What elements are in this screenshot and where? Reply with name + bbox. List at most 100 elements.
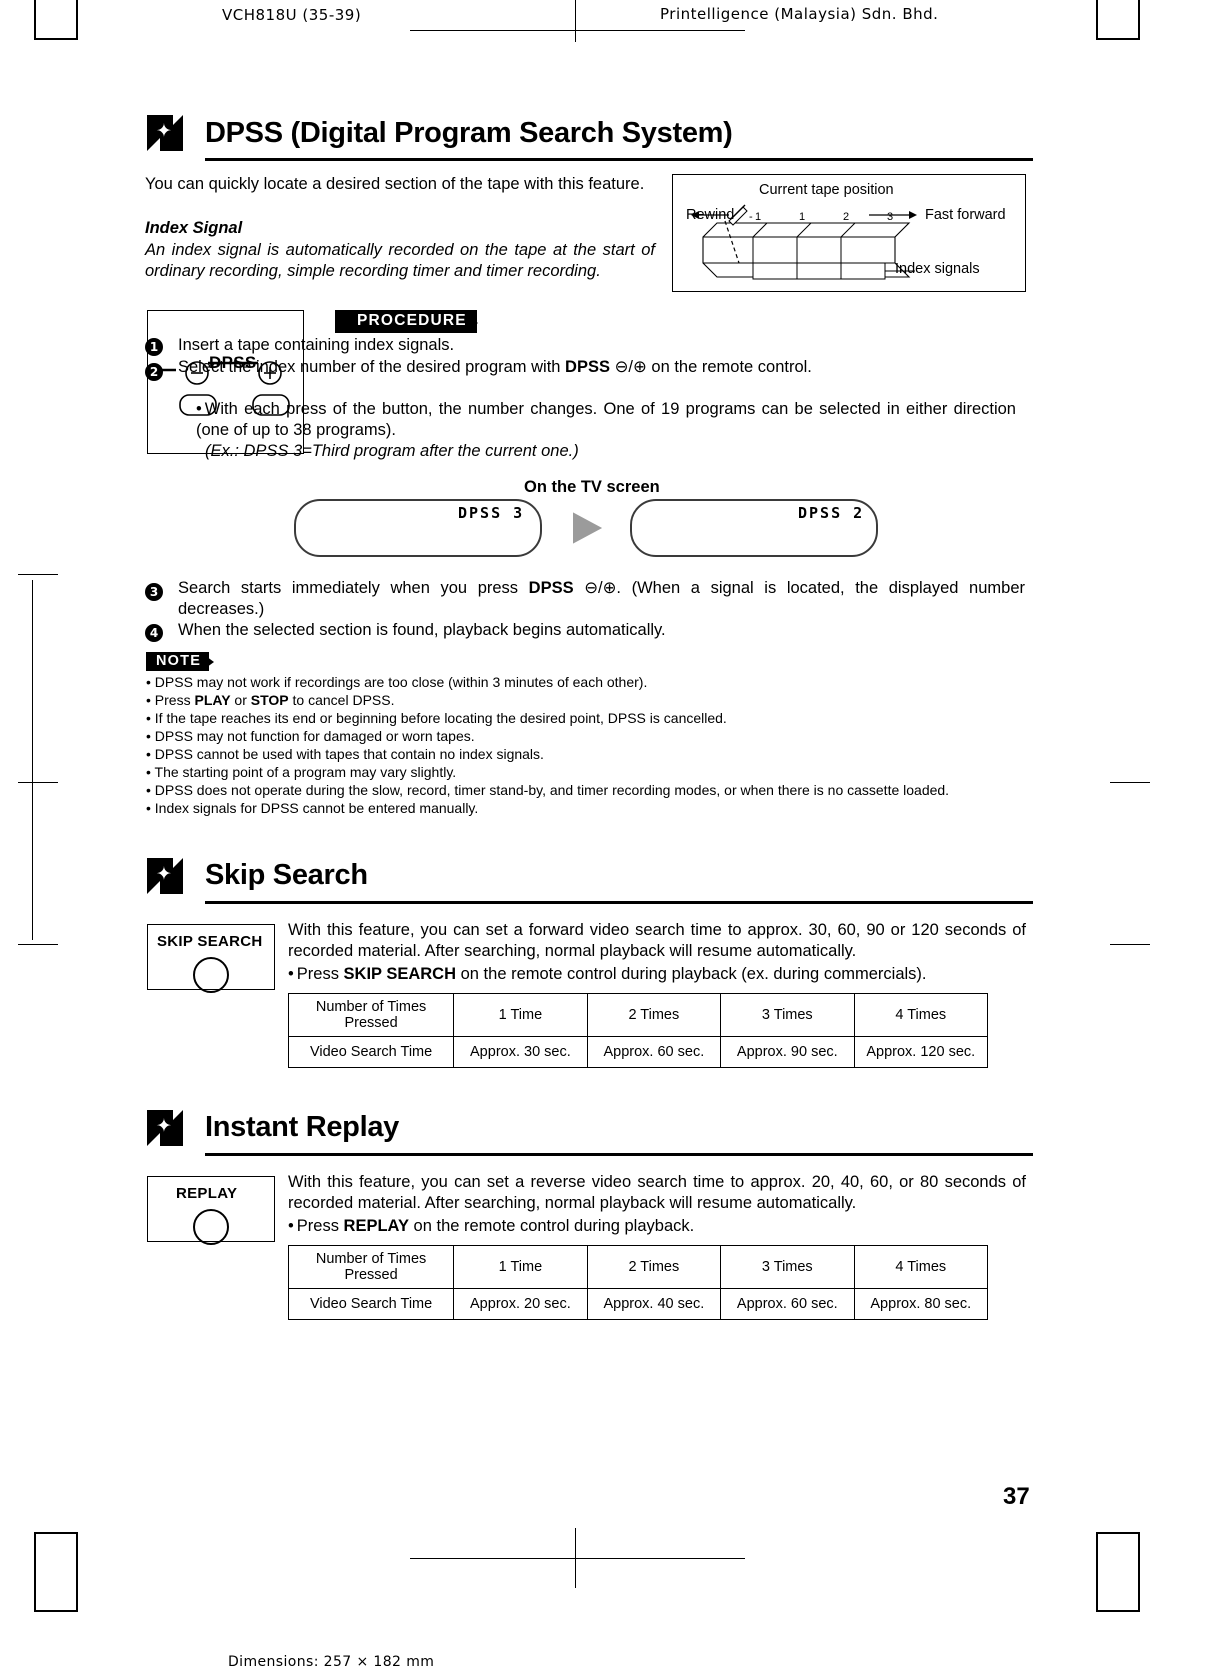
replay-key-button: [193, 1209, 229, 1245]
step-3-text-a: Search starts immediately when you press: [178, 579, 529, 597]
trim-mark-left-upper: [18, 574, 58, 575]
note-item-5-text: DPSS cannot be used with tapes that cont…: [154, 746, 544, 762]
icon-corner-cut-2: [173, 115, 183, 125]
note-banner: NOTE: [146, 652, 210, 671]
step-3-text: Search starts immediately when you press…: [178, 578, 1025, 620]
step-2-bullet-1: • With each press of the button, the numb…: [196, 399, 1016, 441]
note-play-bold: PLAY: [194, 692, 231, 708]
section-icon-skip-search: ✦: [147, 858, 183, 894]
icon-corner-cut-2: [173, 858, 183, 868]
cell-value-1: Approx. 30 sec.: [453, 1036, 588, 1068]
section-underline-instant-replay: [205, 1153, 1033, 1156]
crop-mark-top-right: [1096, 0, 1140, 40]
bullet-dot: •: [288, 1217, 294, 1235]
cell-header-2: 2 Times: [586, 1245, 722, 1289]
step-3-dpss-bold: DPSS: [528, 579, 574, 597]
note-item-6-text: The starting point of a program may vary…: [154, 764, 457, 780]
note-item-8-text: Index signals for DPSS cannot be entered…: [154, 800, 479, 816]
crop-mark-bottom-right: [1096, 1532, 1140, 1612]
note-stop-bold: STOP: [250, 692, 289, 708]
dpss-intro: You can quickly locate a desired section…: [145, 175, 645, 193]
replay-key-illustration: REPLAY: [147, 1176, 275, 1245]
tv-screen-left-text: DPSS 3: [458, 504, 525, 522]
section-title-skip-search: Skip Search: [205, 859, 368, 891]
procedure-banner: PROCEDURE: [335, 310, 477, 333]
skip-search-key-illustration: SKIP SEARCH: [147, 924, 275, 993]
note-bullet: •: [146, 674, 151, 690]
diagram-tick-2: 2: [843, 211, 850, 223]
tape-diagram: Current tape position Rewind Fast forwar…: [672, 174, 1026, 292]
instant-replay-bullet-bold: REPLAY: [343, 1217, 409, 1235]
transition-arrow-icon: [573, 512, 603, 544]
note-item-3: • If the tape reaches its end or beginni…: [146, 709, 727, 727]
crop-mark-top-left: [34, 0, 78, 40]
procedure-banner-arrow: [465, 314, 478, 332]
trim-mark-left-vert: [32, 580, 33, 940]
fold-mark-top: [575, 0, 576, 42]
step-2-text-c: ⊖/⊕ on the remote control.: [609, 358, 812, 376]
dpss-subhead: Index Signal: [145, 219, 243, 237]
note-bullet: •: [146, 692, 151, 708]
register-line-bottom: [410, 1558, 745, 1559]
step-2-dpss-bold: DPSS: [565, 358, 610, 376]
diagram-fastforward-label: Fast forward: [925, 207, 1006, 223]
table-row: Video Search Time Approx. 30 sec. Approx…: [287, 1036, 989, 1068]
cell-header-3: 3 Times: [720, 1245, 855, 1289]
cell-header-1: 1 Time: [453, 993, 588, 1037]
instant-replay-bullet-c: on the remote control during playback.: [408, 1217, 695, 1235]
section-title-instant-replay: Instant Replay: [205, 1111, 400, 1143]
step-2-badge: 2: [145, 363, 163, 381]
note-item-4-text: DPSS may not function for damaged or wor…: [154, 728, 475, 744]
skip-search-key-button: [193, 957, 229, 993]
note-item-2: • Press PLAY or STOP to cancel DPSS.: [146, 692, 395, 708]
step-2-bullet-2: (Ex.: DPSS 3=Third program after the cur…: [205, 442, 579, 460]
diagram-tick-3: 3: [887, 211, 894, 223]
step-4-badge: 4: [145, 624, 163, 642]
cell-value-2: Approx. 40 sec.: [586, 1288, 722, 1320]
instant-replay-bullet-a: Press: [296, 1217, 344, 1235]
cell-header-4: 4 Times: [853, 993, 989, 1037]
dpss-subtext: An index signal is automatically recorde…: [145, 241, 655, 280]
note-item-3-text: If the tape reaches its end or beginning…: [154, 710, 727, 726]
note-banner-arrow: [203, 654, 214, 670]
instant-replay-table: Number of Times Pressed 1 Time 2 Times 3…: [287, 1245, 989, 1320]
note-item-6: • The starting point of a program may va…: [146, 763, 456, 781]
cell-header-1: 1 Time: [453, 1245, 588, 1289]
star-icon: ✦: [156, 121, 172, 142]
instant-replay-bullet: • Press REPLAY on the remote control duri…: [288, 1216, 1026, 1237]
diagram-tick-1: 1: [799, 211, 806, 223]
cell-value-4: Approx. 120 sec.: [853, 1036, 989, 1068]
bullet-dot: •: [196, 400, 202, 418]
step-2-bullet-1-text: With each press of the button, the numbe…: [196, 400, 1016, 439]
skip-search-bullet-c: on the remote control during playback (e…: [456, 965, 927, 983]
step-1-badge: 1: [145, 338, 163, 356]
footer-dimensions: Dimensions: 257 × 182 mm: [228, 1654, 435, 1670]
cell-value-2: Approx. 60 sec.: [586, 1036, 722, 1068]
skip-search-key-label: SKIP SEARCH: [157, 933, 263, 950]
note-item-7: • DPSS does not operate during the slow,…: [146, 781, 949, 799]
star-icon: ✦: [156, 1116, 172, 1137]
diagram-tick-minus-sign: -: [749, 211, 753, 223]
note-bullet: •: [146, 800, 151, 816]
icon-corner-cut-2: [173, 1110, 183, 1120]
note-bullet: •: [146, 710, 151, 726]
skip-search-bullet-a: Press: [296, 965, 344, 983]
note-item-1-text: DPSS may not work if recordings are too …: [154, 674, 648, 690]
section-title-dpss: DPSS (Digital Program Search System): [205, 117, 733, 149]
table-row: Number of Times Pressed 1 Time 2 Times 3…: [287, 993, 989, 1037]
diagram-rewind-label: Rewind: [686, 207, 735, 223]
header-company: Printelligence (Malaysia) Sdn. Bhd.: [660, 5, 939, 23]
step-2-text: Select the index number of the desired p…: [178, 357, 1018, 378]
section-icon-instant-replay: ✦: [147, 1110, 183, 1146]
tv-caption: On the TV screen: [524, 478, 660, 496]
step-1-text: Insert a tape containing index signals.: [178, 336, 455, 354]
note-item-1: • DPSS may not work if recordings are to…: [146, 673, 647, 691]
cell-header-3: 3 Times: [720, 993, 855, 1037]
note-bullet: •: [146, 782, 151, 798]
section-underline-dpss: [205, 158, 1033, 161]
skip-search-intro: With this feature, you can set a forward…: [288, 921, 1026, 960]
page-number: 37: [1003, 1483, 1030, 1510]
cell-row-label: Video Search Time: [287, 1036, 455, 1068]
register-line-top-left: [410, 30, 745, 31]
crop-mark-bottom-left: [34, 1532, 78, 1612]
